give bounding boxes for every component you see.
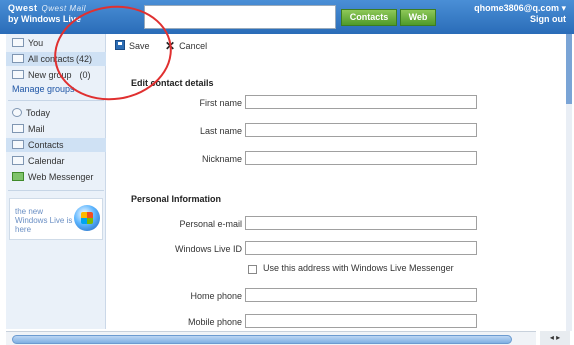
windows-live-promo[interactable]: the new Windows Live is here — [9, 198, 103, 240]
clock-icon — [12, 108, 22, 117]
person-icon — [12, 38, 24, 47]
cancel-button[interactable]: ✕ Cancel — [165, 40, 207, 52]
toolbar: Save ✕ Cancel — [107, 34, 567, 58]
sidebar-item-label: Calendar — [28, 156, 65, 166]
chevron-down-icon[interactable]: ▾ — [561, 3, 566, 13]
section-title-contact: Edit contact details — [131, 78, 214, 88]
top-header: Qwest Qwest Mail by Windows Live Contacts… — [0, 0, 574, 34]
save-button[interactable]: Save — [115, 40, 150, 52]
sidebar-item-today[interactable]: Today — [6, 106, 106, 120]
close-icon: ✕ — [165, 39, 176, 53]
manage-groups-link[interactable]: Manage groups — [12, 84, 102, 94]
brand-logo: Qwest Qwest Mail by Windows Live — [8, 3, 86, 25]
mobile-phone-label: Mobile phone — [187, 317, 242, 327]
sidebar: You All contacts (42) New group (0) Manage… — [6, 34, 106, 329]
calendar-icon — [12, 156, 24, 165]
cancel-label: Cancel — [179, 41, 208, 51]
divider — [8, 190, 104, 191]
last-name-label: Last name — [199, 126, 242, 136]
save-label: Save — [129, 41, 150, 51]
sidebar-item-label: You — [28, 38, 44, 48]
brand-mail: Qwest Mail — [41, 4, 87, 13]
group-icon — [12, 70, 24, 79]
sidebar-item-new-group[interactable]: New group (0) — [6, 68, 106, 82]
vertical-scrollbar[interactable] — [566, 34, 572, 331]
divider — [8, 100, 104, 101]
windows-logo-icon — [74, 205, 100, 231]
first-name-field[interactable] — [245, 95, 477, 109]
sign-out-link[interactable]: Sign out — [474, 14, 566, 25]
search-web-button[interactable]: Web — [400, 9, 436, 26]
user-email[interactable]: qhome3806@q.com — [474, 3, 559, 13]
brand-subtitle: by Windows Live — [8, 14, 81, 24]
contacts-icon — [12, 140, 24, 149]
personal-email-label: Personal e-mail — [179, 219, 242, 229]
count-badge: (0) — [79, 70, 91, 80]
nickname-label: Nickname — [201, 154, 242, 164]
user-info: qhome3806@q.com ▾ Sign out — [474, 3, 566, 25]
windows-live-id-field[interactable] — [245, 241, 477, 255]
sidebar-item-label: Mail — [28, 124, 45, 134]
sidebar-item-label: All contacts — [28, 54, 75, 64]
nickname-field[interactable] — [245, 151, 477, 165]
first-name-label: First name — [199, 98, 242, 108]
use-messenger-checkbox[interactable] — [248, 265, 257, 274]
sidebar-item-all-contacts[interactable]: All contacts (42) — [6, 52, 106, 66]
sidebar-item-label: Web Messenger — [28, 172, 94, 182]
search-contacts-button[interactable]: Contacts — [341, 9, 397, 26]
search-input[interactable] — [144, 5, 336, 29]
sidebar-item-label: Today — [26, 108, 51, 118]
contacts-list-icon — [12, 54, 24, 63]
scrollbar-thumb[interactable] — [12, 335, 512, 344]
section-title-personal: Personal Information — [131, 194, 222, 204]
sidebar-item-label: Contacts — [28, 140, 64, 150]
mobile-phone-field[interactable] — [245, 314, 477, 328]
sidebar-item-contacts[interactable]: Contacts — [6, 138, 106, 152]
sidebar-item-mail[interactable]: Mail — [6, 122, 106, 136]
home-phone-label: Home phone — [190, 291, 242, 301]
promo-text: the new Windows Live is here — [15, 207, 73, 234]
use-messenger-label: Use this address with Windows Live Messe… — [263, 263, 454, 273]
sidebar-item-calendar[interactable]: Calendar — [6, 154, 106, 168]
messenger-icon — [12, 172, 24, 181]
windows-live-id-label: Windows Live ID — [174, 244, 242, 254]
personal-email-field[interactable] — [245, 216, 477, 230]
save-icon — [115, 40, 125, 50]
brand-name: Qwest — [8, 3, 38, 13]
sidebar-item-web-messenger[interactable]: Web Messenger — [6, 170, 106, 184]
horizontal-scrollbar[interactable] — [6, 331, 536, 345]
scrollbar-thumb[interactable] — [566, 34, 572, 104]
scroll-arrows-icon[interactable]: ◂ ▸ — [540, 331, 570, 345]
main-panel: Save ✕ Cancel Edit contact details First … — [107, 34, 567, 329]
sidebar-item-label: New group — [28, 70, 72, 80]
home-phone-field[interactable] — [245, 288, 477, 302]
last-name-field[interactable] — [245, 123, 477, 137]
mail-icon — [12, 124, 24, 133]
count-badge: (42) — [76, 54, 93, 64]
sidebar-item-you[interactable]: You — [6, 36, 106, 50]
